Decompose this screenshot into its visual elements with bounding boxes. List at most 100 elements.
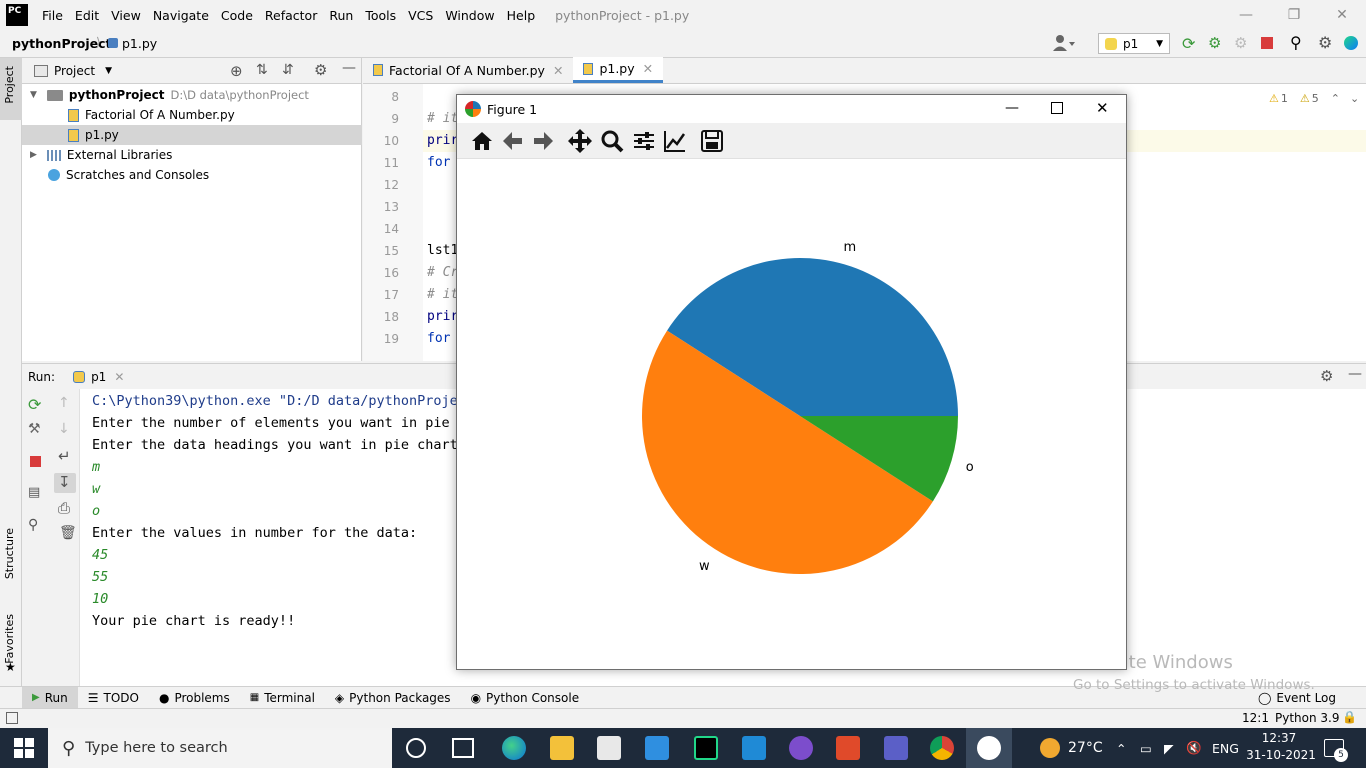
chevron-up-icon[interactable]: ⌃ [1116, 728, 1126, 768]
menu-code[interactable]: Code [215, 8, 259, 23]
tool-window-terminal[interactable]: ▦ Terminal [240, 687, 325, 709]
vscode-icon[interactable] [742, 736, 766, 760]
favorites-tool-tab[interactable]: Favorites [3, 614, 16, 664]
restore-icon[interactable]: ❐ [1270, 0, 1318, 30]
profile-icon[interactable]: ⚙ [1234, 34, 1247, 52]
tree-item-scratches[interactable]: Scratches and Consoles [22, 165, 362, 185]
code-line[interactable]: prir [427, 309, 458, 324]
gear-icon[interactable]: ⚙ [1320, 367, 1333, 385]
menu-vcs[interactable]: VCS [402, 8, 439, 23]
office-icon[interactable] [836, 736, 860, 760]
gear-icon[interactable]: ⚙ [314, 61, 327, 79]
hide-panel-icon[interactable]: — [342, 60, 356, 76]
mail-icon[interactable] [645, 736, 669, 760]
search-icon[interactable]: ⚲ [1290, 33, 1302, 52]
zoom-icon[interactable] [599, 128, 625, 154]
maximize-icon[interactable] [1051, 102, 1063, 114]
close-icon[interactable]: ✕ [1318, 0, 1366, 30]
hide-panel-icon[interactable]: — [1348, 366, 1362, 382]
stop-icon[interactable] [1261, 37, 1273, 49]
locate-icon[interactable]: ⊕ [230, 62, 243, 80]
minimize-icon[interactable]: — [1222, 0, 1270, 30]
code-line[interactable]: prir [427, 133, 458, 148]
pan-icon[interactable] [567, 128, 593, 154]
pycharm-icon[interactable] [694, 736, 718, 760]
debug-icon[interactable]: ⚙ [1208, 34, 1221, 52]
chevron-up-icon[interactable]: ⌃ [1331, 92, 1340, 105]
code-line[interactable]: # it [427, 287, 458, 302]
arrow-down-icon[interactable]: ↓ [58, 421, 70, 437]
pin-icon[interactable]: ⚲ [28, 517, 38, 533]
jetbrains-toolbox-icon[interactable] [1344, 36, 1358, 50]
clock-time[interactable]: 12:37 [1254, 731, 1304, 745]
store-icon[interactable] [597, 736, 621, 760]
tool-window-python-packages[interactable]: ◈ Python Packages [325, 687, 461, 709]
close-tab-icon[interactable]: ✕ [643, 61, 653, 76]
wifi-icon[interactable]: ◤ [1164, 728, 1174, 768]
menu-view[interactable]: View [105, 8, 147, 23]
chevron-right-icon[interactable]: ▶ [30, 150, 37, 160]
soft-wrap-icon[interactable]: ↵ [58, 447, 71, 465]
figure-canvas[interactable]: m w o [457, 159, 1126, 669]
menu-window[interactable]: Window [439, 8, 500, 23]
chevron-down-icon[interactable]: ▼ [105, 66, 112, 76]
edge-icon[interactable] [502, 736, 526, 760]
toggle-tool-windows-icon[interactable] [6, 712, 18, 724]
code-line[interactable]: for [427, 331, 450, 346]
save-icon[interactable] [699, 128, 725, 154]
trash-icon[interactable]: 🗑 [59, 525, 77, 541]
file-explorer-icon[interactable] [550, 736, 574, 760]
matplotlib-figure-icon[interactable] [977, 736, 1001, 760]
chrome-icon[interactable] [930, 736, 954, 760]
collapse-all-icon[interactable]: ⇵ [282, 62, 294, 78]
home-icon[interactable] [469, 128, 495, 154]
arrow-up-icon[interactable]: ↑ [58, 395, 70, 411]
close-tab-icon[interactable]: ✕ [114, 370, 124, 384]
task-view-icon[interactable] [452, 738, 474, 758]
settings-icon[interactable]: ⚙ [1318, 33, 1332, 52]
github-desktop-icon[interactable] [789, 736, 813, 760]
chevron-down-icon[interactable]: ▼ [30, 90, 37, 100]
menu-tools[interactable]: Tools [359, 8, 402, 23]
tool-window-python-console[interactable]: ◉ Python Console [461, 687, 590, 709]
code-line[interactable]: lst1 [427, 243, 458, 258]
teams-icon[interactable] [884, 736, 908, 760]
tool-window-problems[interactable]: ● Problems [149, 687, 240, 709]
code-line[interactable]: for [427, 155, 450, 170]
forward-icon[interactable] [530, 128, 556, 154]
inspection-widget[interactable]: ⚠ 1 ⚠ 5 ⌃ ⌄ [1269, 92, 1359, 105]
battery-icon[interactable]: ▭ [1140, 728, 1152, 768]
tab-p1-file[interactable]: p1.py ✕ [573, 57, 664, 83]
breadcrumb-file[interactable]: p1.py [122, 36, 157, 51]
menu-help[interactable]: Help [501, 8, 542, 23]
taskbar-search[interactable]: ⚲ Type here to search [48, 728, 392, 768]
menu-edit[interactable]: Edit [69, 8, 105, 23]
project-panel-title[interactable]: Project [54, 64, 95, 78]
weather-temperature[interactable]: 27°C [1068, 728, 1103, 768]
run-config-select[interactable]: p1 ▼ [1098, 33, 1170, 54]
interpreter-status[interactable]: Python 3.9 [1275, 711, 1340, 725]
weather-icon[interactable] [1040, 738, 1060, 758]
tree-item-project-root[interactable]: ▼ pythonProject D:\D data\pythonProject [22, 85, 362, 105]
tool-window-run[interactable]: ▶ Run [22, 686, 78, 709]
print-icon[interactable]: ⎙ [58, 499, 70, 517]
back-icon[interactable] [500, 128, 526, 154]
layout-icon[interactable]: ▤ [28, 485, 40, 500]
menu-run[interactable]: Run [323, 8, 359, 23]
edit-curve-icon[interactable] [662, 128, 688, 154]
run-tab-p1[interactable]: p1 [91, 370, 106, 384]
tree-item-factorial-file[interactable]: Factorial Of A Number.py [22, 105, 362, 125]
chevron-down-icon[interactable]: ⌄ [1350, 92, 1359, 105]
configure-subplots-icon[interactable] [631, 128, 657, 154]
volume-icon[interactable]: 🔇 [1186, 728, 1202, 768]
user-icon[interactable] [1052, 34, 1076, 52]
minimize-icon[interactable]: — [1005, 100, 1019, 116]
close-icon[interactable]: ✕ [1096, 99, 1109, 117]
scroll-to-end-icon[interactable]: ↧ [58, 473, 71, 491]
close-tab-icon[interactable]: ✕ [553, 63, 563, 78]
lock-icon[interactable]: 🔒 [1342, 710, 1357, 724]
project-tool-tab[interactable]: Project [3, 66, 16, 104]
code-line[interactable]: # it [427, 111, 458, 126]
wrench-icon[interactable]: ⚒ [28, 421, 41, 437]
stop-icon[interactable] [30, 456, 41, 467]
